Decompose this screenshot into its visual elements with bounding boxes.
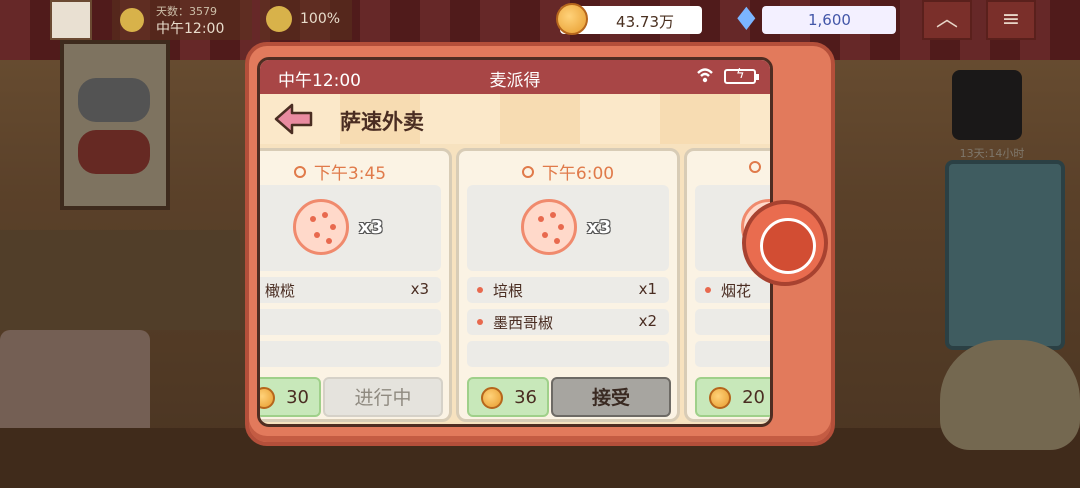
order-card[interactable]: 下午3:45 x3 橄榄 x3 30 进行中 <box>260 148 452 422</box>
page-header: 萨速外卖 <box>260 94 770 144</box>
day-counter: 天数：3579 <box>156 5 217 18</box>
ingredient-row: 橄榄 x3 <box>260 277 441 303</box>
page-title: 萨速外卖 <box>340 110 424 134</box>
reward-badge: 20 <box>695 377 770 417</box>
ingredient-row-empty <box>695 309 770 335</box>
pizza-icon <box>521 199 577 255</box>
pizza-box: x3 <box>467 185 669 271</box>
gem-value: 1,600 <box>808 11 851 29</box>
sun-icon <box>120 8 144 32</box>
ingredient-row-empty <box>260 309 441 335</box>
order-time: 下午3:45 <box>260 159 449 184</box>
ingredient-name: 烟花 <box>721 282 752 300</box>
phone-home-button[interactable] <box>742 200 828 286</box>
order-card[interactable]: 烟花 20 <box>684 148 770 422</box>
ingredient-name: 橄榄 <box>265 282 296 300</box>
wifi-icon <box>697 68 713 83</box>
smiley-icon <box>266 6 292 32</box>
ingredient-row-empty <box>467 341 669 367</box>
order-time-text: 下午3:45 <box>313 164 387 184</box>
avatar[interactable] <box>50 0 92 40</box>
ingredient-row-empty <box>695 341 770 367</box>
diamond-icon: ♦ <box>732 0 761 38</box>
mood-panel: 100% <box>260 0 352 40</box>
order-time <box>749 159 770 179</box>
phone-screen: 中午12:00 麦派得 ϟ 萨速外卖 下午3:45 x3 橄榄 x3 30 进行… <box>257 57 773 427</box>
ingredient-row-empty <box>260 341 441 367</box>
clock-icon <box>749 161 761 173</box>
reward-value: 20 <box>742 387 765 408</box>
clock-icon <box>293 166 306 178</box>
reward-badge: 36 <box>467 377 549 417</box>
order-time-text: 下午6:00 <box>541 164 615 184</box>
in-progress-button[interactable]: 进行中 <box>323 377 443 417</box>
coin-icon <box>709 387 731 409</box>
pizza-qty: x3 <box>587 217 612 238</box>
reward-value: 36 <box>514 387 537 408</box>
ingredient-row: 培根 x1 <box>467 277 669 303</box>
pizza-qty: x3 <box>359 217 384 238</box>
gem-counter[interactable]: ♦ 1,600 <box>732 0 896 38</box>
battery-charging-icon: ϟ <box>724 67 759 84</box>
ingredient-name: 墨西哥椒 <box>493 314 554 332</box>
reward-value: 30 <box>286 387 309 408</box>
back-arrow-icon[interactable] <box>274 102 314 136</box>
coin-value: 43.73万 <box>616 13 674 31</box>
chevron-up-icon[interactable]: ︿ <box>922 0 972 40</box>
ingredient-count: x3 <box>410 280 429 298</box>
ingredient-row: 烟花 <box>695 277 770 303</box>
coin-icon <box>481 387 503 409</box>
bullet-icon <box>705 287 711 293</box>
game-time: 中午12:00 <box>156 21 225 37</box>
hamburger-menu-icon[interactable]: ≡ <box>986 0 1036 40</box>
bullet-icon <box>477 287 483 293</box>
coin-icon <box>260 387 275 409</box>
day-time-panel: 天数：3579 中午12:00 <box>112 0 252 40</box>
coin-counter[interactable]: 43.73万 <box>556 3 702 35</box>
app-name: 麦派得 <box>489 71 541 91</box>
ingredient-name: 培根 <box>493 282 524 300</box>
pizza-icon <box>293 199 349 255</box>
ingredient-count: x2 <box>638 312 657 330</box>
reward-badge: 30 <box>260 377 321 417</box>
clock-icon <box>521 166 534 178</box>
coin-icon <box>556 3 588 35</box>
accept-button[interactable]: 接受 <box>551 377 671 417</box>
phone-status-bar: 中午12:00 麦派得 ϟ <box>260 60 770 94</box>
order-card[interactable]: 下午6:00 x3 培根 x1 墨西哥椒 x2 36 接受 <box>456 148 680 422</box>
ingredient-count: x1 <box>638 280 657 298</box>
order-time: 下午6:00 <box>459 159 677 184</box>
bullet-icon <box>477 319 483 325</box>
pizza-box: x3 <box>260 185 441 271</box>
order-list[interactable]: 下午3:45 x3 橄榄 x3 30 进行中 下午6:00 x3 培根 x1 墨… <box>260 148 770 424</box>
ingredient-row: 墨西哥椒 x2 <box>467 309 669 335</box>
mood-value: 100% <box>300 11 341 27</box>
